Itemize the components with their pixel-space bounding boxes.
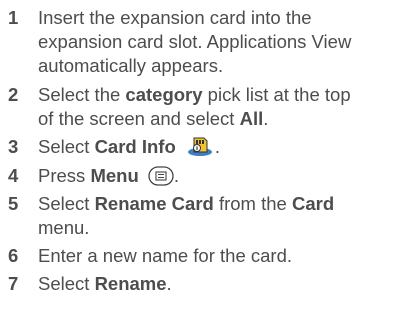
step-text: Select Card Info . <box>38 135 400 163</box>
menu-key-icon <box>148 166 174 192</box>
card-menu-term: Card <box>291 193 335 214</box>
category-term: category <box>125 84 203 105</box>
step-text: Select Rename. <box>38 273 172 294</box>
step-text: Enter a new name for the card. <box>38 245 292 266</box>
step-text: Press Menu . <box>38 164 400 192</box>
instruction-steps: 1 Insert the expansion card into the exp… <box>0 0 402 333</box>
rename-card-term: Rename Card <box>94 193 214 214</box>
step-number: 4 <box>8 165 19 186</box>
step-number: 3 <box>8 136 19 157</box>
step-number: 1 <box>8 7 19 28</box>
step-text: Select the category pick list at the top… <box>38 84 351 129</box>
menu-term: Menu <box>90 165 139 186</box>
all-term: All <box>239 108 264 129</box>
step-number: 7 <box>8 273 19 294</box>
rename-term: Rename <box>94 273 167 294</box>
step-number: 6 <box>8 245 19 266</box>
step-text: Select Rename Card from the Card menu. <box>38 193 335 238</box>
step-number: 2 <box>8 84 19 105</box>
card-info-icon <box>185 135 215 163</box>
step-text: Insert the expansion card into the expan… <box>38 7 352 76</box>
step-number: 5 <box>8 193 19 214</box>
card-info-term: Card Info <box>94 136 176 157</box>
